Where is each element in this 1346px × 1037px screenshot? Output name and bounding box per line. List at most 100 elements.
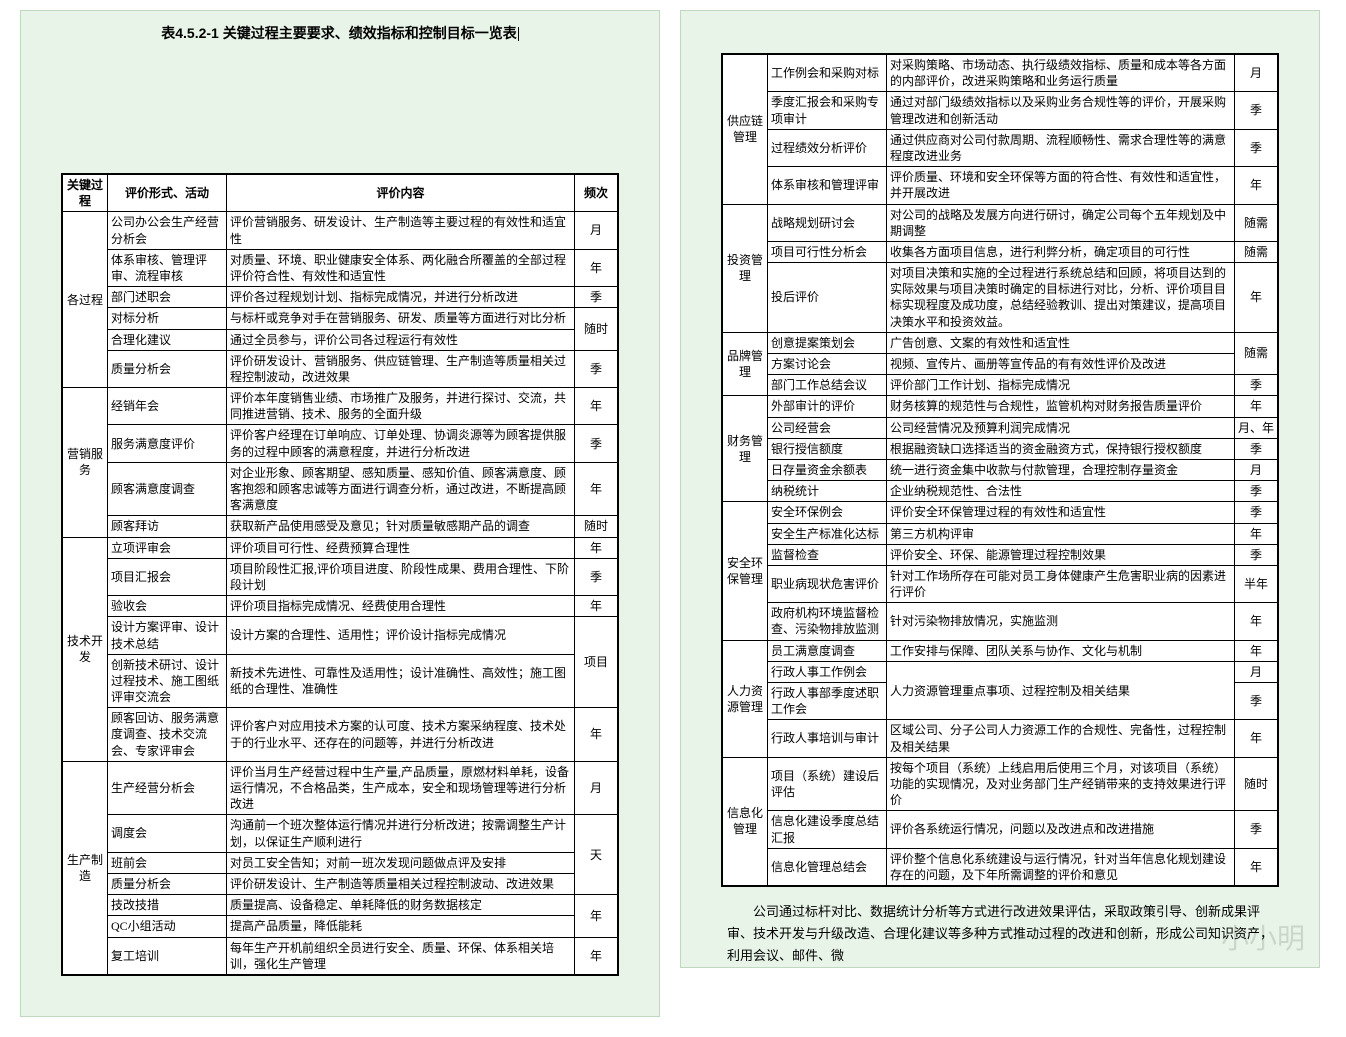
cell-freq: 月 [575, 212, 618, 249]
cell-form: 体系审核和管理评审 [768, 167, 887, 204]
workspace: 表4.5.2-1 关键过程主要要求、绩效指标和控制目标一览表 关键过程 评价形式… [0, 0, 1346, 1037]
table-row: 部门述职会评价各过程规划计划、指标完成情况，并进行分析改进季 [63, 287, 618, 308]
cell-form: 纳税统计 [768, 481, 887, 502]
table-row: 创新技术研讨、设计过程技术、施工图纸评审交流会新技术先进性、可靠性及适用性；设计… [63, 654, 618, 708]
cell-form: 经销年会 [108, 388, 227, 425]
cell-freq: 月 [1235, 661, 1278, 682]
cell-freq: 季 [575, 425, 618, 462]
cell-form: 安全环保例会 [768, 502, 887, 523]
cell-process: 信息化管理 [723, 757, 768, 885]
table-row: 质量分析会评价研发设计、生产制造等质量相关过程控制波动、改进效果 [63, 873, 618, 894]
cell-form: 项目（系统）建设后评估 [768, 757, 887, 811]
table-row: 职业病现状危害评价针对工作场所存在可能对员工身体健康产生危害职业病的因素进行评价… [723, 565, 1278, 602]
cell-form: 银行授信额度 [768, 438, 887, 459]
table-row: 投后评价对项目决策和实施的全过程进行系统总结和回顾，将项目达到的实际效果与项目决… [723, 263, 1278, 333]
cell-content: 公司经营情况及预算利润完成情况 [887, 417, 1235, 438]
cell-content: 设计方案的合理性、适用性；评价设计指标完成情况 [227, 617, 575, 654]
cell-content: 评价营销服务、研发设计、生产制造等主要过程的有效性和适宜性 [227, 212, 575, 249]
cell-process: 投资管理 [723, 204, 768, 332]
cell-form: 合理化建议 [108, 329, 227, 350]
table-row: 行政人事培训与审计区域公司、分子公司人力资源工作的合规性、完备性，过程控制及相关… [723, 720, 1278, 757]
table-row: 公司经营会公司经营情况及预算利润完成情况月、年 [723, 417, 1278, 438]
table-row: 顾客满意度调查对企业形象、顾客期望、感知质量、感知价值、顾客满意度、顾客抱怨和顾… [63, 462, 618, 516]
cell-freq: 随时 [575, 516, 618, 537]
table-row: 调度会沟通前一个班次整体运行情况并进行分析改进；按需调整生产计划，以保证生产顺利… [63, 815, 618, 852]
cell-content: 评价研发设计、营销服务、供应链管理、生产制造等质量相关过程控制波动，改进效果 [227, 350, 575, 387]
table-row: 对标分析与标杆或竞争对手在营销服务、研发、质量等方面进行对比分析随时 [63, 308, 618, 329]
table-row: 供应链管理工作例会和采购对标对采购策略、市场动态、执行级绩效指标、质量和成本等各… [723, 55, 1278, 92]
table-row: 项目可行性分析会收集各方面项目信息，进行利弊分析，确定项目的可行性随需 [723, 241, 1278, 262]
cell-freq: 随需 [1235, 241, 1278, 262]
cell-freq: 年 [575, 937, 618, 974]
table-row: 行政人事工作例会人力资源管理重点事项、过程控制及相关结果月 [723, 661, 1278, 682]
cell-form: 复工培训 [108, 937, 227, 974]
cell-form: 验收会 [108, 596, 227, 617]
cell-content: 收集各方面项目信息，进行利弊分析，确定项目的可行性 [887, 241, 1235, 262]
cell-form: 信息化建设季度总结汇报 [768, 811, 887, 848]
cell-content: 通过全员参与，评价公司各过程运行有效性 [227, 329, 575, 350]
cell-freq: 年 [575, 895, 618, 937]
cell-freq: 年 [575, 388, 618, 425]
cell-content: 评价客户经理在订单响应、订单处理、协调炎源等为顾客提供服务的过程中顾客的满意程度… [227, 425, 575, 462]
cell-form: 信息化管理总结会 [768, 848, 887, 885]
th-form: 评价形式、活动 [108, 175, 227, 212]
table-row: 安全环保管理安全环保例会评价安全环保管理过程的有效性和适宜性季 [723, 502, 1278, 523]
table-row: 投资管理战略规划研讨会对公司的战略及发展方向进行研讨，确定公司每个五年规划及中期… [723, 204, 1278, 241]
cell-form: 顾客回访、服务满意度调查、技术交流会、专家评审会 [108, 708, 227, 762]
cell-freq: 季 [575, 287, 618, 308]
table-row: 班前会对员工安全告知；对前一班次发现问题做点评及安排 [63, 852, 618, 873]
cell-freq: 年 [1235, 720, 1278, 757]
cell-freq: 天 [575, 815, 618, 895]
cell-form: QC小组活动 [108, 916, 227, 937]
cell-freq: 季 [1235, 811, 1278, 848]
cell-content: 评价本年度销售业绩、市场推广及服务，并进行探讨、交流，共同推进营销、技术、服务的… [227, 388, 575, 425]
cell-freq: 年 [1235, 263, 1278, 333]
cell-form: 质量分析会 [108, 350, 227, 387]
title-row: 表4.5.2-1 关键过程主要要求、绩效指标和控制目标一览表 [21, 11, 659, 43]
table-row: 服务满意度评价评价客户经理在订单响应、订单处理、协调炎源等为顾客提供服务的过程中… [63, 425, 618, 462]
table-row: 验收会评价项目指标完成情况、经费使用合理性年 [63, 596, 618, 617]
th-process: 关键过程 [63, 175, 108, 212]
table-row: 顾客拜访获取新产品使用感受及意见；针对质量敏感期产品的调查随时 [63, 516, 618, 537]
cell-freq: 季 [1235, 129, 1278, 166]
cell-form: 员工满意度调查 [768, 640, 887, 661]
cell-form: 战略规划研讨会 [768, 204, 887, 241]
table-row: 生产制造生产经营分析会评价当月生产经营过程中生产量,产品质量，原燃材料单耗，设备… [63, 761, 618, 815]
cell-freq: 年 [575, 249, 618, 286]
cell-process: 品牌管理 [723, 332, 768, 396]
table-row: 品牌管理创意提案策划会广告创意、文案的有效性和适宜性随需 [723, 332, 1278, 353]
cell-form: 生产经营分析会 [108, 761, 227, 815]
cell-content: 评价安全、环保、能源管理过程控制效果 [887, 544, 1235, 565]
page-left: 表4.5.2-1 关键过程主要要求、绩效指标和控制目标一览表 关键过程 评价形式… [20, 10, 660, 1017]
cell-content: 人力资源管理重点事项、过程控制及相关结果 [887, 661, 1235, 720]
table-row: 季度汇报会和采购专项审计通过对部门级绩效指标以及采购业务合规性等的评价，开展采购… [723, 92, 1278, 129]
table-row: 合理化建议通过全员参与，评价公司各过程运行有效性 [63, 329, 618, 350]
cell-form: 质量分析会 [108, 873, 227, 894]
cell-content: 对员工安全告知；对前一班次发现问题做点评及安排 [227, 852, 575, 873]
cell-form: 项目汇报会 [108, 558, 227, 595]
cell-form: 服务满意度评价 [108, 425, 227, 462]
table-header-row: 关键过程 评价形式、活动 评价内容 频次 [63, 175, 618, 212]
cell-freq: 季 [1235, 544, 1278, 565]
cell-process: 财务管理 [723, 396, 768, 502]
cell-content: 对企业形象、顾客期望、感知质量、感知价值、顾客满意度、顾客抱怨和顾客忠诚等方面进… [227, 462, 575, 516]
cell-freq: 随需 [1235, 204, 1278, 241]
table-row: 复工培训每年生产开机前组织全员进行安全、质量、环保、体系相关培训，强化生产管理年 [63, 937, 618, 974]
cell-freq: 季 [1235, 481, 1278, 502]
cell-content: 统一进行资金集中收款与付款管理，合理控制存量资金 [887, 459, 1235, 480]
cell-freq: 季 [1235, 375, 1278, 396]
cell-freq: 随时 [575, 308, 618, 350]
table-row: 项目汇报会项目阶段性汇报,评价项目进度、阶段性成果、费用合理性、下阶段计划季 [63, 558, 618, 595]
table-row: 方案讨论会视频、宣传片、画册等宣传品的有有效性评价及改进 [723, 354, 1278, 375]
cell-content: 评价客户对应用技术方案的认可度、技术方案采纳程度、技术处于的行业水平、还存在的问… [227, 708, 575, 762]
cell-process: 人力资源管理 [723, 640, 768, 757]
cell-freq: 年 [575, 537, 618, 558]
cell-content: 评价各过程规划计划、指标完成情况，并进行分析改进 [227, 287, 575, 308]
cell-content: 评价各系统运行情况，问题以及改进点和改进措施 [887, 811, 1235, 848]
table-row: 技改技措质量提高、设备稳定、单耗降低的财务数据核定年 [63, 895, 618, 916]
cell-process: 供应链管理 [723, 55, 768, 205]
cell-freq: 年 [1235, 603, 1278, 640]
table-row: 财务管理外部审计的评价财务核算的规范性与合规性，监管机构对财务报告质量评价年 [723, 396, 1278, 417]
cell-form: 创新技术研讨、设计过程技术、施工图纸评审交流会 [108, 654, 227, 708]
cell-content: 新技术先进性、可靠性及适用性；设计准确性、高效性；施工图纸的合理性、准确性 [227, 654, 575, 708]
